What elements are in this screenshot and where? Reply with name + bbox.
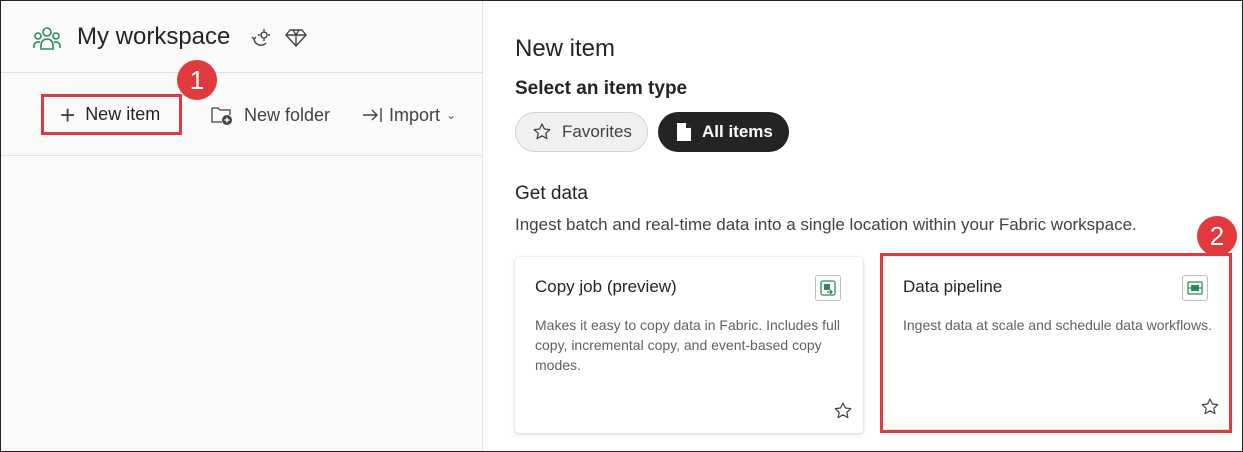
import-label: Import bbox=[389, 104, 441, 125]
callout-badge-2: 2 bbox=[1197, 216, 1237, 256]
callout-badge-1: 1 bbox=[177, 60, 217, 100]
plus-icon: + bbox=[60, 99, 76, 130]
copy-job-card[interactable]: Copy job (preview) Makes it easy to copy… bbox=[515, 257, 863, 433]
workspace-header: My workspace bbox=[1, 1, 482, 73]
people-group-icon bbox=[33, 27, 61, 50]
copy-job-icon bbox=[815, 275, 841, 301]
card-description: Makes it easy to copy data in Fabric. In… bbox=[535, 317, 841, 373]
new-item-button[interactable]: + New item bbox=[41, 94, 182, 135]
section-description: Ingest batch and real-time data into a s… bbox=[515, 215, 1137, 234]
all-items-label: All items bbox=[702, 122, 773, 141]
workspace-pane: My workspace + New item New folder Impor… bbox=[1, 1, 482, 451]
favorites-filter-button[interactable]: Favorites bbox=[515, 112, 648, 152]
card-title: Copy job (preview) bbox=[535, 277, 677, 296]
folder-add-icon bbox=[211, 107, 232, 125]
diamond-icon[interactable] bbox=[285, 26, 307, 48]
new-folder-button[interactable]: New folder bbox=[210, 104, 330, 126]
chevron-down-icon: ⌄ bbox=[446, 108, 457, 122]
document-icon bbox=[677, 123, 691, 141]
import-button[interactable]: Import ⌄ bbox=[361, 104, 456, 126]
panel-title: New item bbox=[515, 35, 616, 62]
favorite-star-icon[interactable] bbox=[833, 401, 853, 421]
workspace-title: My workspace bbox=[77, 23, 231, 50]
import-arrow-icon bbox=[363, 108, 382, 122]
panel-subtitle: Select an item type bbox=[515, 78, 688, 99]
favorites-label: Favorites bbox=[562, 122, 632, 141]
all-items-filter-button[interactable]: All items bbox=[658, 112, 789, 152]
new-folder-label: New folder bbox=[244, 104, 331, 125]
new-item-label: New item bbox=[85, 104, 161, 124]
data-pipeline-highlight bbox=[880, 253, 1232, 433]
workspace-toolbar: + New item New folder Import ⌄ bbox=[1, 74, 482, 156]
star-icon bbox=[533, 123, 551, 140]
section-title: Get data bbox=[515, 183, 588, 204]
sync-icon[interactable] bbox=[250, 27, 272, 49]
